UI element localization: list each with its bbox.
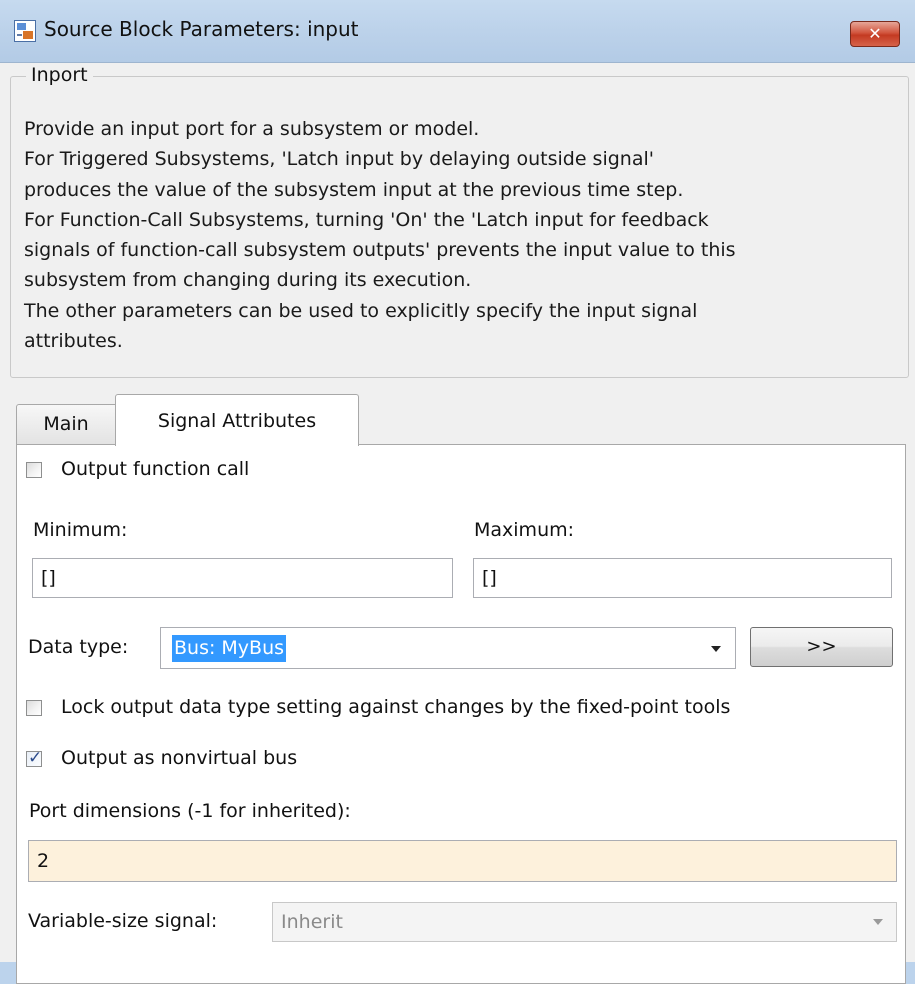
data-type-label: Data type: — [28, 636, 129, 658]
lock-output-label[interactable]: Lock output data type setting against ch… — [61, 696, 730, 718]
chevron-down-icon[interactable] — [711, 646, 721, 652]
checkmark-icon: ✓ — [28, 748, 43, 768]
close-button[interactable]: ✕ — [850, 21, 900, 47]
simulink-block-icon — [14, 20, 36, 42]
close-icon: ✕ — [868, 24, 882, 43]
port-dimensions-input[interactable]: 2 — [28, 840, 897, 882]
description-line: For Function-Call Subsystems, turning 'O… — [24, 208, 709, 231]
nonvirtual-bus-label[interactable]: Output as nonvirtual bus — [61, 747, 297, 769]
data-type-assistant-label: >> — [806, 636, 837, 657]
description-line: The other parameters can be used to expl… — [24, 299, 698, 322]
description-line: Provide an input port for a subsystem or… — [24, 118, 480, 140]
block-parameters-dialog: Source Block Parameters: input ✕ Inport … — [0, 0, 915, 984]
description-line: produces the value of the subsystem inpu… — [24, 178, 684, 201]
window-title: Source Block Parameters: input — [44, 17, 359, 41]
description-line: signals of function-call subsystem outpu… — [24, 239, 736, 262]
group-title: Inport — [26, 64, 93, 86]
description-line: subsystem from changing during its execu… — [24, 269, 472, 292]
minimum-label: Minimum: — [33, 519, 128, 541]
tab-signal-attributes-label: Signal Attributes — [157, 410, 317, 432]
description-line: attributes. — [24, 330, 123, 353]
variable-size-label: Variable-size signal: — [28, 910, 218, 932]
description-line: For Triggered Subsystems, 'Latch input b… — [24, 148, 654, 171]
minimum-value: [] — [41, 567, 56, 589]
nonvirtual-bus-checkbox[interactable]: ✓ — [26, 748, 43, 768]
data-type-assistant-button[interactable]: >> — [750, 627, 893, 667]
variable-size-value: Inherit — [281, 911, 343, 933]
data-type-value: Bus: MyBus — [172, 635, 287, 662]
title-bar[interactable]: Source Block Parameters: input ✕ — [0, 0, 915, 63]
chevron-down-icon[interactable] — [873, 919, 883, 925]
data-type-combobox[interactable]: Bus: MyBus — [160, 627, 736, 669]
maximum-label: Maximum: — [474, 519, 575, 541]
tab-signal-attributes[interactable]: Signal Attributes — [115, 394, 359, 446]
port-dimensions-label: Port dimensions (-1 for inherited): — [29, 800, 351, 822]
variable-size-select[interactable]: Inherit — [272, 902, 897, 942]
maximum-value: [] — [482, 567, 497, 589]
block-description: Provide an input port for a subsystem or… — [24, 114, 894, 356]
tab-main-label: Main — [43, 413, 89, 435]
maximum-input[interactable]: [] — [473, 558, 892, 598]
lock-output-checkbox[interactable] — [26, 700, 42, 716]
tab-main[interactable]: Main — [16, 404, 116, 444]
output-function-call-checkbox[interactable] — [26, 462, 42, 478]
output-function-call-label[interactable]: Output function call — [61, 458, 249, 480]
port-dimensions-value: 2 — [37, 850, 50, 872]
minimum-input[interactable]: [] — [32, 558, 453, 598]
